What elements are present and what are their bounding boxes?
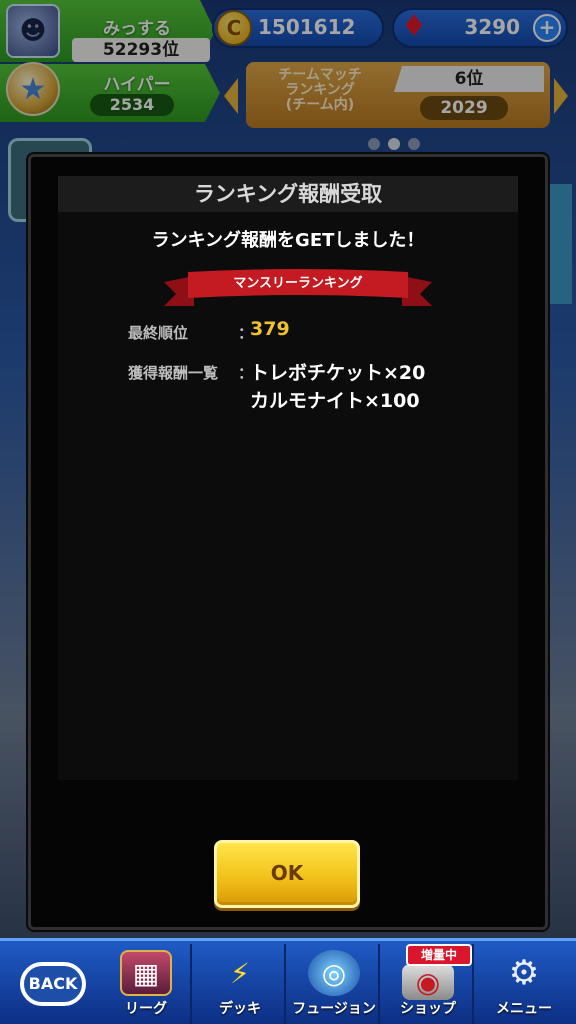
fusion-icon: ◎ — [308, 950, 360, 996]
ok-button[interactable]: OK — [214, 840, 360, 908]
final-rank-value: 379 — [250, 318, 290, 340]
nav-fusion[interactable]: ◎ フュージョン — [288, 944, 380, 1024]
deck-icon: ⚡ — [230, 956, 250, 990]
ribbon-label: マンスリーランキング — [233, 276, 363, 291]
nav-menu[interactable]: ⚙ メニュー — [478, 944, 570, 1024]
gear-icon: ⚙ — [508, 953, 540, 993]
modal-message: ランキング報酬をGETしました！ — [151, 230, 425, 251]
reward-item: カルモナイト×100 — [250, 390, 420, 412]
nav-league[interactable]: ▦ リーグ — [100, 944, 192, 1024]
nav-shop-label: ショップ — [400, 1001, 456, 1017]
nav-league-label: リーグ — [125, 1001, 167, 1017]
reward-item: トレボチケット×20 — [250, 362, 426, 384]
nav-menu-label: メニュー — [496, 1001, 552, 1017]
rewards-label: 獲得報酬一覧 — [128, 364, 219, 382]
modal-content — [58, 176, 518, 780]
league-icon: ▦ — [120, 950, 172, 996]
modal-title: ランキング報酬受取 — [58, 176, 518, 212]
nav-deck-label: デッキ — [219, 1001, 261, 1017]
final-rank-label: 最終順位 — [128, 324, 189, 342]
nav-deck[interactable]: ⚡ デッキ — [194, 944, 286, 1024]
back-label: BACK — [20, 962, 86, 1006]
shop-badge: 増量中 — [406, 944, 472, 966]
nav-fusion-label: フュージョン — [292, 1001, 376, 1017]
shop-icon: ◉ — [402, 964, 454, 1000]
